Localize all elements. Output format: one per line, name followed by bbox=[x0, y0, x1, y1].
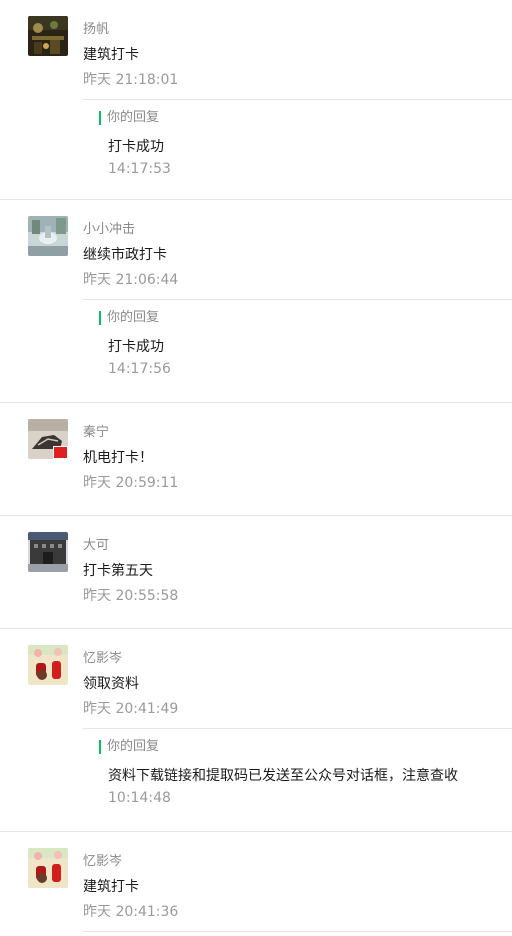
flag-badge-icon bbox=[53, 446, 68, 459]
sender-name[interactable]: 秦宁 bbox=[83, 421, 109, 440]
message-text: 打卡第五天 bbox=[83, 563, 153, 579]
avatar[interactable] bbox=[28, 645, 68, 685]
avatar[interactable] bbox=[28, 532, 68, 572]
message-item[interactable]: 小小冲击 继续市政打卡 昨天 21:06:44 你的回复 打卡成功 14:17:… bbox=[0, 200, 512, 403]
divider bbox=[83, 931, 512, 932]
sender-name[interactable]: 大可 bbox=[83, 534, 109, 553]
reply-block: 你的回复 资料下载链接和提取码已发送至公众号对话框，注意查收 10:14:48 bbox=[83, 728, 512, 806]
reply-tag: 你的回复 bbox=[99, 739, 159, 754]
message-item[interactable]: 扬帆 建筑打卡 昨天 21:18:01 你的回复 打卡成功 14:17:53 bbox=[0, 0, 512, 200]
reply-text: 打卡成功 bbox=[108, 339, 164, 355]
reply-tag: 你的回复 bbox=[99, 310, 159, 325]
message-time: 昨天 20:55:58 bbox=[83, 588, 179, 604]
message-time: 昨天 20:41:49 bbox=[83, 701, 179, 717]
message-text: 建筑打卡 bbox=[83, 47, 139, 63]
message-text: 建筑打卡 bbox=[83, 879, 139, 895]
sender-name[interactable]: 忆影岑 bbox=[83, 647, 122, 666]
reply-text: 资料下载链接和提取码已发送至公众号对话框，注意查收 bbox=[108, 768, 458, 784]
sender-name[interactable]: 忆影岑 bbox=[83, 850, 122, 869]
message-text: 机电打卡！ bbox=[83, 450, 153, 466]
avatar[interactable] bbox=[28, 16, 68, 56]
message-item[interactable]: 秦宁 机电打卡！ 昨天 20:59:11 bbox=[0, 403, 512, 516]
message-item[interactable]: 忆影岑 建筑打卡 昨天 20:41:36 bbox=[0, 832, 512, 936]
avatar[interactable] bbox=[28, 848, 68, 888]
reply-block: 你的回复 打卡成功 14:17:56 bbox=[83, 299, 512, 377]
reply-tag: 你的回复 bbox=[99, 110, 159, 125]
sender-name[interactable]: 扬帆 bbox=[83, 18, 109, 37]
reply-time: 10:14:48 bbox=[108, 790, 171, 806]
message-item[interactable]: 大可 打卡第五天 昨天 20:55:58 bbox=[0, 516, 512, 629]
avatar[interactable] bbox=[28, 216, 68, 256]
message-time: 昨天 21:18:01 bbox=[83, 72, 179, 88]
message-time: 昨天 20:41:36 bbox=[83, 904, 179, 920]
message-time: 昨天 21:06:44 bbox=[83, 272, 179, 288]
reply-time: 14:17:53 bbox=[108, 161, 171, 177]
message-item[interactable]: 忆影岑 领取资料 昨天 20:41:49 你的回复 资料下载链接和提取码已发送至… bbox=[0, 629, 512, 832]
reply-text: 打卡成功 bbox=[108, 139, 164, 155]
sender-name[interactable]: 小小冲击 bbox=[83, 218, 135, 237]
avatar[interactable] bbox=[28, 419, 68, 459]
message-list: 扬帆 建筑打卡 昨天 21:18:01 你的回复 打卡成功 14:17:53 小… bbox=[0, 0, 512, 936]
message-text: 继续市政打卡 bbox=[83, 247, 167, 263]
message-time: 昨天 20:59:11 bbox=[83, 475, 179, 491]
reply-time: 14:17:56 bbox=[108, 361, 171, 377]
message-text: 领取资料 bbox=[83, 676, 139, 692]
reply-block: 你的回复 打卡成功 14:17:53 bbox=[83, 99, 512, 177]
